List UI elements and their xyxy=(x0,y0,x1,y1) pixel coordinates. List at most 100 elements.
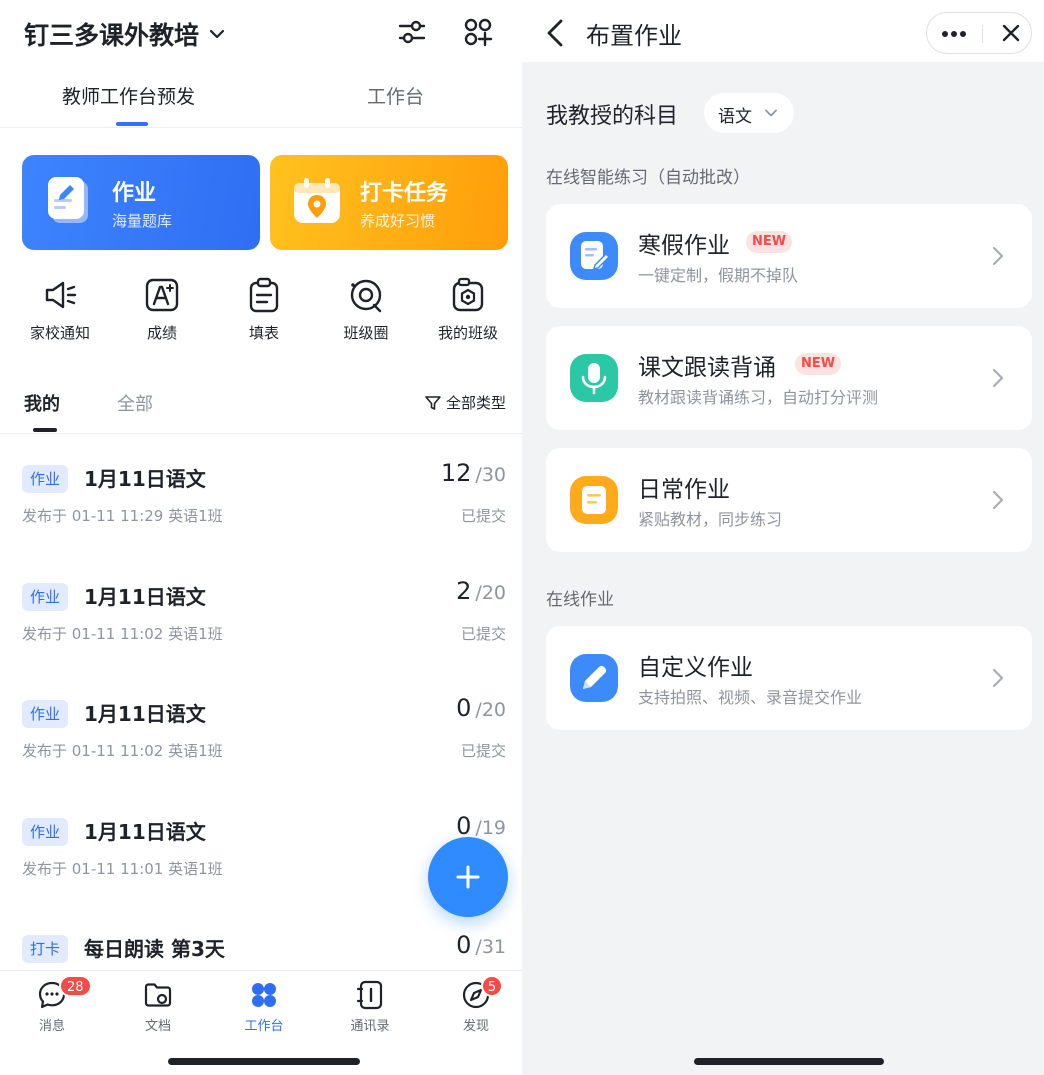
add-app-grid-icon[interactable] xyxy=(462,16,494,48)
filter-tab-indicator xyxy=(33,428,57,432)
card-subtitle: 紧贴教材，同步练习 xyxy=(638,510,783,529)
daily-homework-icon xyxy=(570,476,618,524)
quick-action-label: 家校通知 xyxy=(29,324,90,342)
row-title: 1月11日语文 xyxy=(84,702,206,726)
quick-action-class-circle[interactable]: 班级圈 xyxy=(316,276,416,343)
tab-teacher-workbench[interactable]: 教师工作台预发 xyxy=(62,82,195,109)
quick-action-notice[interactable]: 家校通知 xyxy=(10,276,110,343)
checkin-row[interactable]: 打卡 每日朗读 第3天 0/31 xyxy=(0,935,522,970)
recitation-card[interactable]: 课文跟读背诵 NEW 教材跟读背诵练习，自动打分评测 xyxy=(546,326,1032,430)
nav-workbench[interactable]: 工作台 xyxy=(219,979,309,1034)
checkin-card[interactable]: 打卡任务 养成好习惯 xyxy=(270,155,508,250)
my-class-icon xyxy=(452,277,484,312)
nav-messages[interactable]: 消息 28 xyxy=(7,975,97,1034)
nav-contacts[interactable]: 通讯录 xyxy=(325,979,415,1034)
subject-label: 我教授的科目 xyxy=(546,104,679,129)
homework-card[interactable]: 作业 海量题库 xyxy=(22,155,260,250)
quick-action-label: 填表 xyxy=(248,324,279,342)
card-title: 课文跟读背诵 xyxy=(638,355,776,381)
unread-badge: 28 xyxy=(59,975,92,997)
settings-sliders-icon[interactable] xyxy=(396,16,428,48)
row-status: 已提交 xyxy=(460,625,506,643)
quick-action-form[interactable]: 填表 xyxy=(214,276,314,343)
checkin-card-subtitle: 养成好习惯 xyxy=(360,212,436,230)
section-title-smart: 在线智能练习（自动批改） xyxy=(546,168,750,188)
quick-action-my-class[interactable]: 我的班级 xyxy=(418,276,518,343)
home-indicator xyxy=(694,1058,884,1065)
tab-active-indicator xyxy=(116,122,148,126)
row-meta: 发布于 01-11 11:01 英语1班 xyxy=(22,860,223,878)
assign-homework-screen: 布置作业 我教授的科目 语文 在线智能练习（自动批改） 寒假作业 NEW 一键定… xyxy=(522,0,1044,1075)
row-status: 已提交 xyxy=(460,507,506,525)
nav-header: 布置作业 xyxy=(522,0,1044,62)
quick-action-grades[interactable]: 成绩 xyxy=(112,276,212,343)
row-meta: 发布于 01-11 11:29 英语1班 xyxy=(22,507,223,525)
more-dots-icon[interactable] xyxy=(941,27,967,41)
workbench-screen: 钉三多课外教培 教师工作台预发 工作台 作业 海量题库 打卡任务 养成好习惯 家… xyxy=(0,0,522,1075)
daily-homework-card[interactable]: 日常作业 紧贴教材，同步练习 xyxy=(546,448,1032,552)
row-type-tag: 打卡 xyxy=(22,935,69,963)
row-type-tag: 作业 xyxy=(22,583,69,611)
quick-action-label: 班级圈 xyxy=(343,324,389,342)
section-title-online: 在线作业 xyxy=(546,590,614,610)
type-filter-label: 全部类型 xyxy=(445,394,506,412)
subject-value: 语文 xyxy=(718,107,752,127)
nav-docs[interactable]: 文档 xyxy=(113,979,203,1034)
back-arrow-icon[interactable] xyxy=(544,18,566,48)
chevron-right-icon xyxy=(992,368,1004,388)
quick-action-label: 我的班级 xyxy=(437,324,498,342)
workbench-icon xyxy=(252,983,276,1007)
row-type-tag: 作业 xyxy=(22,700,69,728)
nav-discover[interactable]: 发现 5 xyxy=(431,975,521,1034)
type-filter-button[interactable]: 全部类型 xyxy=(424,392,506,413)
close-icon[interactable] xyxy=(1001,23,1021,43)
grade-a-icon xyxy=(145,278,179,312)
row-title: 每日朗读 第3天 xyxy=(84,937,225,961)
org-switcher[interactable]: 钉三多课外教培 xyxy=(24,14,508,54)
capsule-divider xyxy=(982,25,983,43)
homework-card-subtitle: 海量题库 xyxy=(112,212,173,230)
winter-homework-card[interactable]: 寒假作业 NEW 一键定制，假期不掉队 xyxy=(546,204,1032,308)
assignment-row[interactable]: 作业 1月11日语文 发布于 01-11 11:29 英语1班 12/30 已提… xyxy=(0,459,522,575)
contacts-icon xyxy=(356,980,383,1010)
winter-homework-icon xyxy=(570,232,618,280)
row-status: 已提交 xyxy=(460,742,506,760)
plus-icon xyxy=(456,865,480,889)
homework-note-icon xyxy=(48,177,88,223)
assignment-row[interactable]: 作业 1月11日语文 发布于 01-11 11:02 英语1班 2/20 已提交 xyxy=(0,577,522,693)
nav-label: 工作台 xyxy=(244,1019,284,1034)
card-subtitle: 支持拍照、视频、录音提交作业 xyxy=(638,688,863,707)
chevron-down-icon xyxy=(209,29,225,39)
row-meta: 发布于 01-11 11:02 英语1班 xyxy=(22,625,223,643)
card-title: 日常作业 xyxy=(638,477,730,503)
checkin-calendar-icon xyxy=(294,178,340,223)
row-title: 1月11日语文 xyxy=(84,585,206,609)
assignment-row[interactable]: 作业 1月11日语文 发布于 01-11 11:02 英语1班 0/20 已提交 xyxy=(0,694,522,810)
mini-app-capsule xyxy=(926,12,1032,54)
subject-select[interactable]: 语文 xyxy=(704,93,794,133)
pencil-icon xyxy=(570,654,618,702)
nav-label: 消息 xyxy=(38,1019,65,1034)
tab-workbench[interactable]: 工作台 xyxy=(367,82,424,109)
filter-tab-all[interactable]: 全部 xyxy=(117,390,153,416)
org-name: 钉三多课外教培 xyxy=(24,21,200,50)
row-type-tag: 作业 xyxy=(22,465,69,493)
card-title: 寒假作业 xyxy=(638,233,730,259)
chevron-right-icon xyxy=(992,246,1004,266)
row-submission-count: 0/20 xyxy=(456,694,506,722)
docs-icon xyxy=(144,983,172,1007)
card-title: 自定义作业 xyxy=(638,655,753,681)
megaphone-icon xyxy=(45,281,77,309)
add-button[interactable] xyxy=(428,837,508,917)
clipboard-form-icon xyxy=(249,277,279,313)
checkin-card-title: 打卡任务 xyxy=(360,181,449,206)
new-badge: NEW xyxy=(795,353,842,375)
homework-card-title: 作业 xyxy=(112,181,157,206)
filter-tab-mine[interactable]: 我的 xyxy=(24,390,60,416)
row-type-tag: 作业 xyxy=(22,818,69,846)
custom-homework-card[interactable]: 自定义作业 支持拍照、视频、录音提交作业 xyxy=(546,626,1032,730)
row-submission-count: 0/19 xyxy=(456,812,506,840)
row-title: 1月11日语文 xyxy=(84,820,206,844)
card-subtitle: 教材跟读背诵练习，自动打分评测 xyxy=(638,388,879,407)
microphone-icon xyxy=(570,354,618,402)
